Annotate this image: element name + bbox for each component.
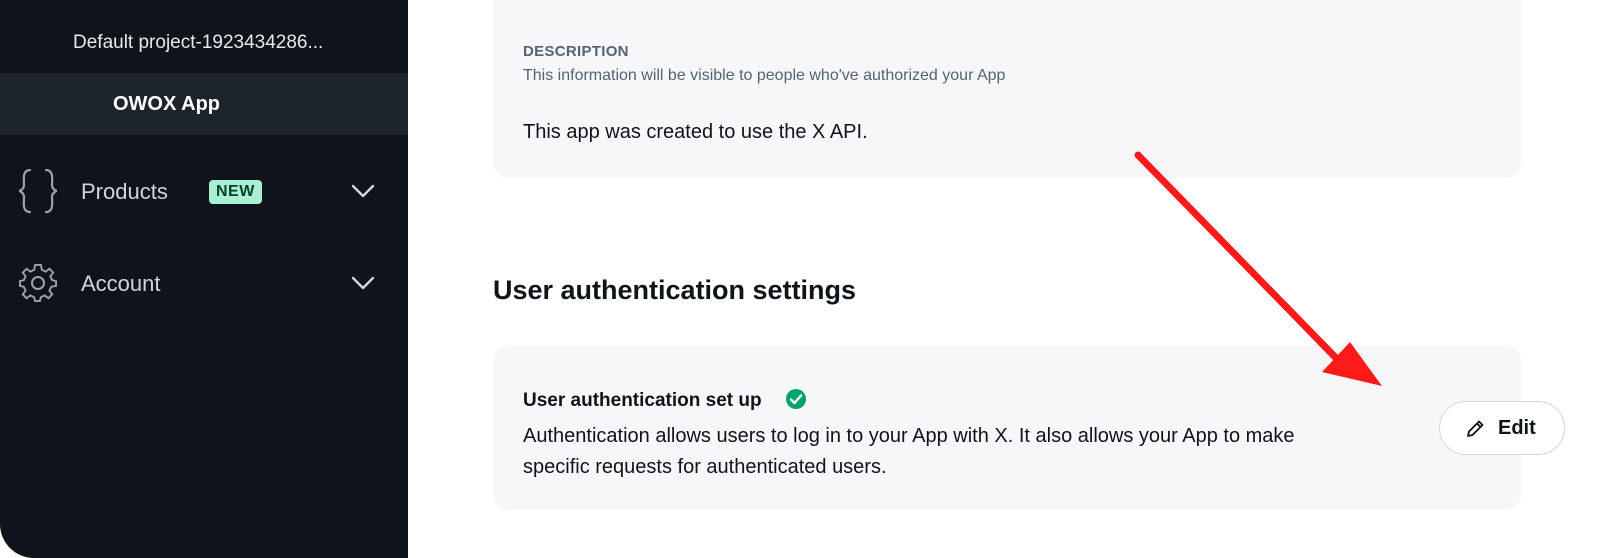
edit-label: Edit [1498, 417, 1536, 439]
check-circle-icon [786, 389, 806, 409]
new-badge: NEW [209, 180, 262, 204]
app-name: OWOX App [113, 93, 221, 115]
auth-status-title: User authentication set up [523, 390, 762, 411]
curly-braces-icon [18, 168, 58, 214]
project-name[interactable]: Default project-1923434286... [73, 32, 373, 54]
sidebar-item-app[interactable]: OWOX App [0, 73, 408, 135]
chevron-down-icon[interactable] [350, 182, 376, 200]
description-sublabel: This information will be visible to peop… [523, 67, 1006, 84]
user-auth-card: User authentication set up Authenticatio… [493, 345, 1565, 510]
gear-icon [18, 263, 58, 303]
auth-description: Authentication allows users to log in to… [523, 425, 1295, 478]
section-title: User authentication settings [493, 275, 857, 305]
sidebar-item-label: Account [81, 271, 161, 296]
description-value: This app was created to use the X API. [523, 121, 868, 143]
sidebar-item-products[interactable]: Products NEW [0, 160, 408, 222]
description-label: DESCRIPTION [523, 43, 629, 60]
sidebar: Default project-1923434286... OWOX App P… [0, 0, 408, 558]
edit-button[interactable]: Edit [1439, 401, 1565, 455]
sidebar-item-account[interactable]: Account [0, 252, 408, 314]
chevron-down-icon[interactable] [350, 274, 376, 292]
pencil-icon [1467, 420, 1484, 437]
main-content: DESCRIPTION This information will be vis… [408, 0, 1600, 558]
sidebar-item-label: Products [81, 179, 168, 204]
description-card: DESCRIPTION This information will be vis… [493, 0, 1521, 178]
